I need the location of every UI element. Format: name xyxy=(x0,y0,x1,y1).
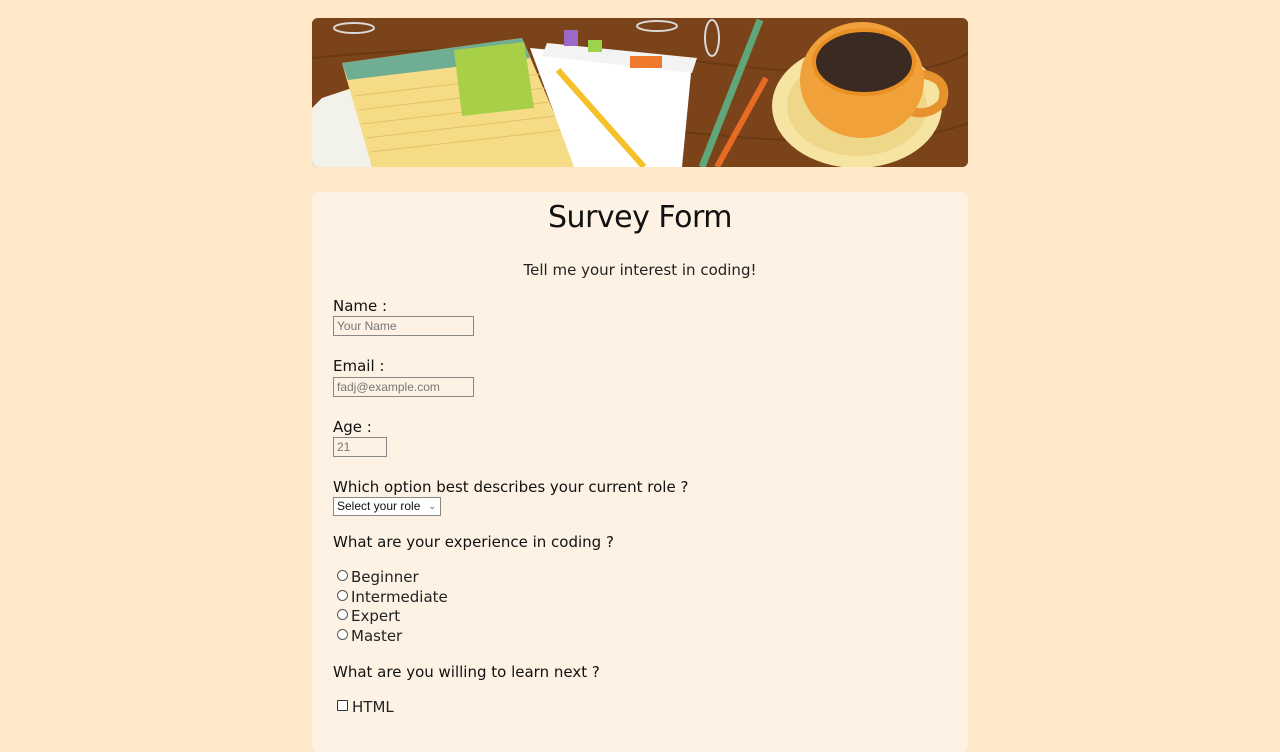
learn-option-html[interactable]: HTML xyxy=(337,697,394,717)
radio-button[interactable] xyxy=(337,609,348,620)
email-input[interactable]: fadj@example.com xyxy=(333,377,474,397)
experience-option-expert[interactable]: Expert xyxy=(337,606,400,626)
experience-option-label: Master xyxy=(351,627,403,645)
role-select[interactable]: Select your role ⌄ xyxy=(333,497,441,516)
age-input[interactable]: 21 xyxy=(333,437,387,457)
experience-option-label: Expert xyxy=(351,607,401,625)
chevron-down-icon: ⌄ xyxy=(428,501,436,511)
learn-label: What are you willing to learn next ? xyxy=(333,663,600,681)
experience-label: What are your experience in coding ? xyxy=(333,533,614,551)
name-label: Name : xyxy=(333,297,388,315)
age-label: Age : xyxy=(333,418,372,436)
page-subtitle: Tell me your interest in coding! xyxy=(523,261,757,279)
experience-option-beginner[interactable]: Beginner xyxy=(337,567,419,587)
name-input[interactable]: Your Name xyxy=(333,316,474,336)
header-banner-image xyxy=(312,18,968,167)
experience-option-label: Beginner xyxy=(351,568,419,586)
experience-option-master[interactable]: Master xyxy=(337,626,402,646)
email-label: Email : xyxy=(333,357,385,375)
experience-option-intermediate[interactable]: Intermediate xyxy=(337,587,448,607)
radio-button[interactable] xyxy=(337,629,348,640)
page-title: Survey Form xyxy=(548,200,732,235)
radio-button[interactable] xyxy=(337,590,348,601)
role-select-value: Select your role xyxy=(337,499,421,513)
experience-option-label: Intermediate xyxy=(351,588,448,606)
survey-page: Survey Form Tell me your interest in cod… xyxy=(0,0,1280,752)
checkbox[interactable] xyxy=(337,700,348,711)
learn-option-label: HTML xyxy=(352,698,394,716)
radio-button[interactable] xyxy=(337,570,348,581)
role-label: Which option best describes your current… xyxy=(333,478,689,496)
